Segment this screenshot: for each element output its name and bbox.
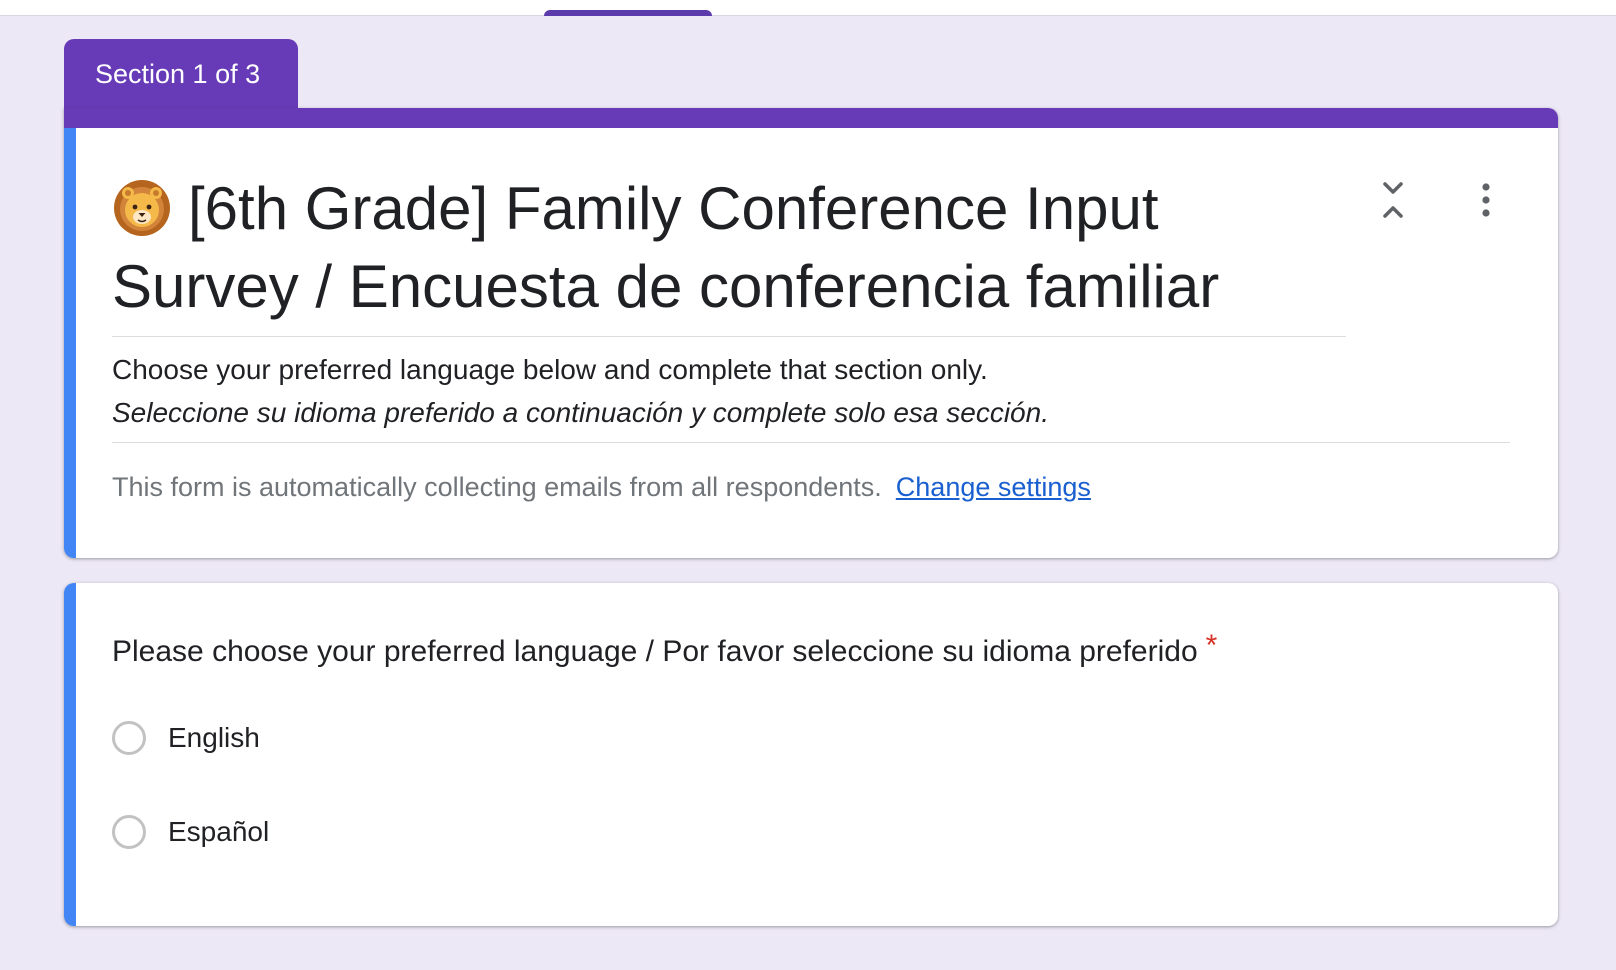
form-header-card[interactable]: [6th Grade] Family Conference Input Surv… (64, 108, 1558, 558)
form-title-text: [6th Grade] Family Conference Input Surv… (112, 175, 1220, 320)
section-label: Section 1 of 3 (95, 59, 261, 89)
top-toolbar-strip (0, 0, 1616, 16)
form-title[interactable]: [6th Grade] Family Conference Input Surv… (112, 170, 1346, 337)
email-collection-notice: This form is automatically collecting em… (112, 472, 1091, 503)
collapse-section-icon[interactable] (1380, 180, 1406, 220)
selected-card-accent (64, 128, 76, 558)
email-notice-text: This form is automatically collecting em… (112, 472, 882, 502)
change-settings-link[interactable]: Change settings (896, 472, 1091, 502)
option-label-espanol: Español (168, 816, 270, 847)
required-asterisk: * (1205, 629, 1218, 662)
option-english[interactable]: English (112, 721, 260, 755)
more-options-icon[interactable] (1472, 182, 1500, 220)
theme-color-band (64, 108, 1558, 128)
option-espanol[interactable]: Español (112, 815, 269, 849)
description-line-spanish: Seleccione su idioma preferido a continu… (112, 397, 1049, 428)
question-title-text: Please choose your preferred language / … (112, 635, 1198, 668)
radio-espanol[interactable] (112, 815, 146, 849)
question-card-accent (64, 583, 76, 926)
section-tab: Section 1 of 3 (64, 39, 298, 119)
active-tab-indicator (544, 10, 712, 16)
question-title: Please choose your preferred language / … (112, 629, 1217, 669)
description-line-english: Choose your preferred language below and… (112, 354, 988, 385)
lion-face-icon (114, 180, 170, 236)
question-card[interactable]: Please choose your preferred language / … (64, 583, 1558, 926)
option-label-english: English (168, 722, 260, 753)
radio-english[interactable] (112, 721, 146, 755)
form-description[interactable]: Choose your preferred language below and… (112, 348, 1510, 443)
